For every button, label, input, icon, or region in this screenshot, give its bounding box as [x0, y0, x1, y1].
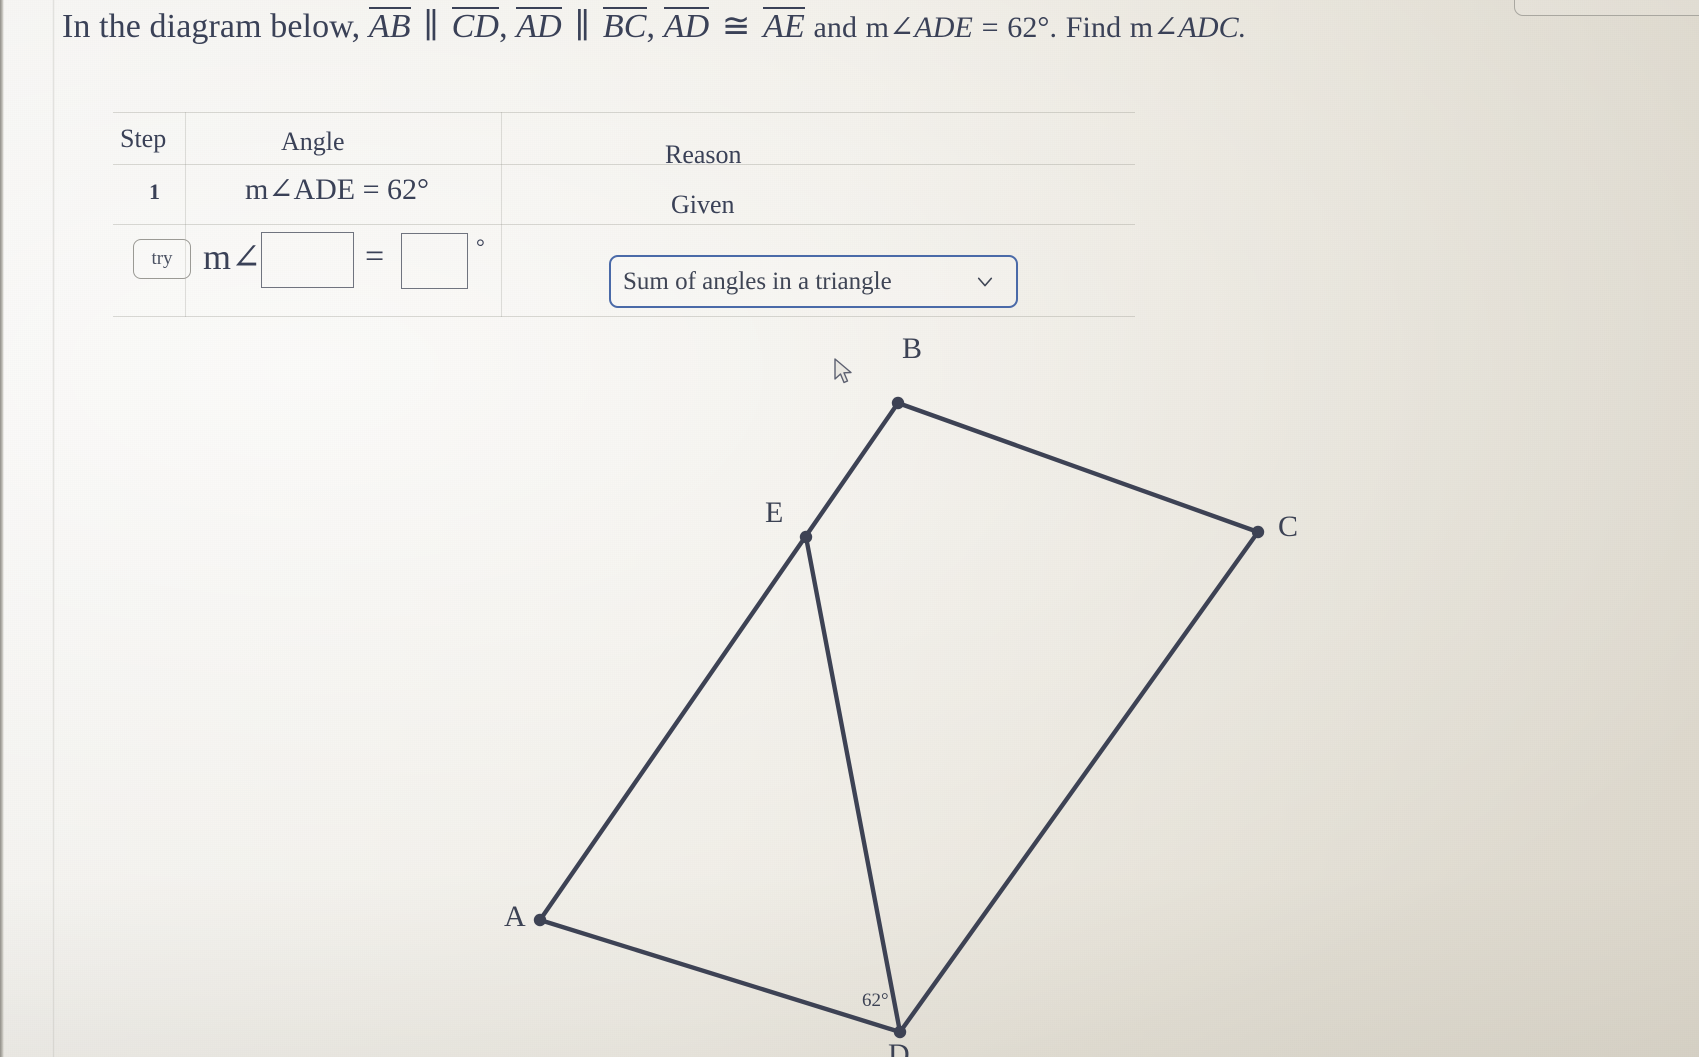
- column-header-reason: Reason: [665, 140, 742, 169]
- proof-table: Step Angle Reason 1 m∠ADE = 62° Given tr…: [113, 112, 1135, 317]
- mouse-cursor-icon: [834, 358, 852, 384]
- table-gridline-row1: [113, 224, 1135, 225]
- question-prompt: In the diagram below, AB ∥ CD, AD ∥ BC, …: [62, 6, 1622, 49]
- reason-dropdown[interactable]: Sum of angles in a triangle: [609, 255, 1018, 308]
- congruent-symbol: ≅: [721, 8, 751, 45]
- angle-name-input[interactable]: [261, 232, 354, 288]
- row-1-angle-statement: m∠ADE = 62°: [245, 173, 430, 206]
- row-1-reason: Given: [671, 190, 735, 219]
- question-lead-text: In the diagram below,: [62, 8, 361, 45]
- try-button-label: try: [151, 248, 173, 269]
- try-button[interactable]: try: [133, 239, 191, 279]
- table-gridline-bottom: [113, 316, 1135, 317]
- parallel-symbol-2: ∥: [574, 8, 591, 45]
- column-header-step: Step: [120, 124, 167, 153]
- segment-ae: AE: [763, 7, 805, 45]
- chevron-down-icon: [977, 277, 993, 286]
- figure-vertex-label-b: B: [902, 332, 923, 365]
- measure-angle-prefix: m∠: [203, 237, 262, 277]
- segment-ab: AB: [368, 7, 411, 45]
- and-text: and: [813, 11, 858, 44]
- comma-2: ,: [646, 8, 656, 45]
- table-gridline-col-step: [185, 112, 186, 317]
- comma-1: ,: [499, 8, 508, 45]
- figure-vertex-label-e: E: [765, 496, 784, 529]
- equals-symbol-header: =: [981, 11, 999, 44]
- table-gridline-top: [113, 112, 1135, 113]
- angle-name-adc: ADC.: [1178, 11, 1247, 44]
- angle-value-input[interactable]: [401, 233, 468, 289]
- angle-measure-label-62: 62°: [862, 990, 889, 1011]
- figure-vertex-label-c: C: [1278, 510, 1299, 543]
- table-gridline-header: [113, 164, 1135, 165]
- segment-ad: AD: [516, 7, 562, 45]
- angle-symbol-1: ∠: [889, 11, 915, 44]
- segment-cd: CD: [451, 7, 500, 45]
- angle-name-ade: ADE: [914, 11, 973, 44]
- row-1-step-number: 1: [149, 179, 160, 204]
- parallel-symbol-1: ∥: [423, 8, 440, 45]
- angle-symbol-2: ∠: [1153, 11, 1179, 44]
- given-angle-value: 62°.: [1007, 11, 1058, 44]
- table-gridline-col-angle: [501, 112, 502, 317]
- equals-symbol-row2: =: [365, 238, 385, 275]
- column-header-angle: Angle: [281, 127, 345, 156]
- find-text: Find: [1065, 11, 1122, 44]
- reason-dropdown-selected-value: Sum of angles in a triangle: [623, 267, 892, 295]
- figure-vertex-label-a: A: [504, 900, 526, 933]
- measure-prefix-2: m: [1129, 11, 1154, 44]
- degree-symbol: °: [476, 234, 485, 259]
- segment-ad-2: AD: [663, 7, 710, 45]
- figure-vertex-label-d: D: [888, 1038, 910, 1057]
- measure-prefix-1: m: [865, 11, 890, 44]
- segment-bc: BC: [602, 7, 647, 45]
